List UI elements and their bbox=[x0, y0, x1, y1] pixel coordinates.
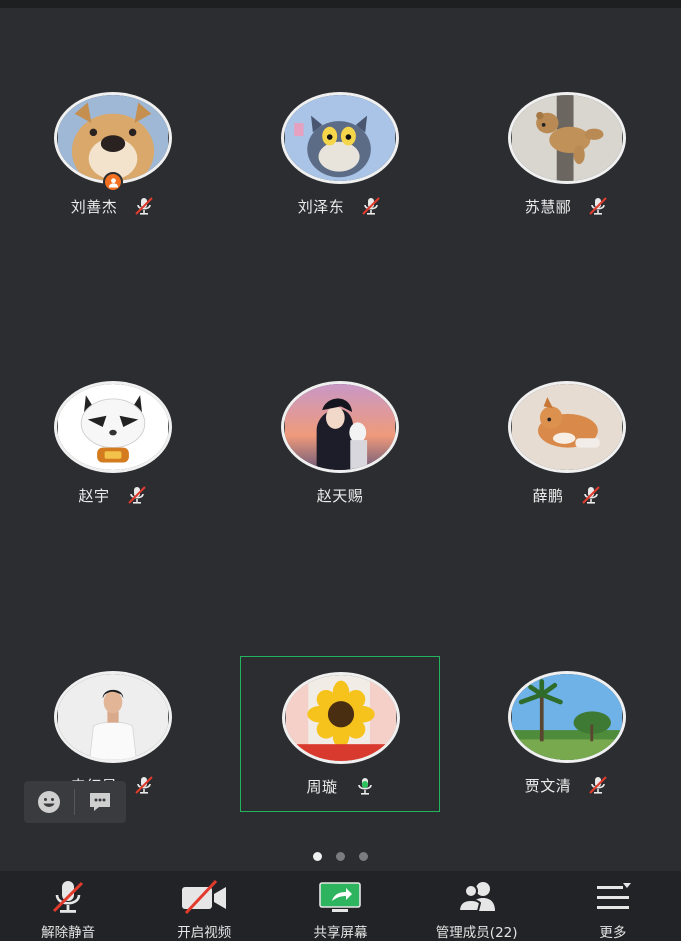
cartoon-panda-avatar bbox=[54, 381, 172, 473]
chat-bubble-icon bbox=[90, 793, 110, 811]
share-screen-icon bbox=[316, 877, 364, 917]
floating-quick-bar bbox=[24, 781, 126, 823]
participant-name: 刘泽东 bbox=[297, 197, 345, 216]
emoji-icon bbox=[38, 791, 60, 813]
participant-tile[interactable]: 贾文清 bbox=[467, 647, 667, 797]
share-screen-button[interactable]: 共享屏幕 bbox=[275, 871, 405, 941]
participant-name: 周璇 bbox=[306, 777, 338, 796]
more-label: 更多 bbox=[599, 925, 627, 941]
participant-name: 贾文清 bbox=[524, 776, 572, 795]
participant-tile[interactable]: 刘泽东 bbox=[240, 68, 440, 218]
participant-tile[interactable]: 刘善杰 bbox=[13, 68, 213, 218]
participant-name: 赵天赐 bbox=[316, 486, 364, 505]
emoji-reaction-button[interactable] bbox=[24, 781, 74, 823]
participant-tile[interactable]: 薛鹏 bbox=[467, 357, 667, 507]
participant-tile-active-speaker[interactable]: 周璇 bbox=[240, 656, 440, 812]
more-menu-icon bbox=[591, 877, 635, 917]
cartoon-cat-avatar bbox=[281, 92, 399, 184]
page-indicator bbox=[0, 852, 681, 864]
man-white-shirt-avatar bbox=[54, 671, 172, 763]
mic-muted-icon bbox=[48, 877, 88, 917]
palm-trees-avatar bbox=[508, 671, 626, 763]
puppy-avatar bbox=[508, 381, 626, 473]
mic-muted-icon bbox=[587, 774, 609, 796]
participant-tile[interactable]: 苏慧郦 bbox=[467, 68, 667, 218]
sunflower-avatar bbox=[282, 672, 400, 764]
mic-muted-icon bbox=[126, 484, 148, 506]
mic-muted-icon bbox=[133, 195, 155, 217]
shiba-dog-avatar bbox=[54, 92, 172, 184]
unmute-label: 解除静音 bbox=[41, 925, 96, 941]
status-bar-strip bbox=[0, 0, 681, 8]
page-dot[interactable] bbox=[359, 852, 368, 861]
anime-sunset-avatar bbox=[281, 381, 399, 473]
manage-members-label: 管理成员(22) bbox=[435, 925, 518, 941]
participant-name: 薛鹏 bbox=[532, 486, 564, 505]
participant-name: 赵宇 bbox=[78, 486, 110, 505]
participant-tile[interactable]: 赵宇 bbox=[13, 357, 213, 507]
mic-muted-icon bbox=[587, 195, 609, 217]
video-off-icon bbox=[178, 877, 230, 917]
mic-muted-icon bbox=[133, 774, 155, 796]
start-video-label: 开启视频 bbox=[177, 925, 232, 941]
share-screen-label: 共享屏幕 bbox=[313, 925, 368, 941]
page-dot[interactable] bbox=[336, 852, 345, 861]
more-button[interactable]: 更多 bbox=[548, 871, 678, 941]
unmute-button[interactable]: 解除静音 bbox=[3, 871, 133, 941]
start-video-button[interactable]: 开启视频 bbox=[139, 871, 269, 941]
mic-muted-icon bbox=[360, 195, 382, 217]
participant-tile[interactable]: 赵天赐 bbox=[240, 357, 440, 507]
members-icon bbox=[453, 877, 501, 917]
chat-button[interactable] bbox=[75, 781, 125, 823]
manage-members-button[interactable]: 管理成员(22) bbox=[412, 871, 542, 941]
participant-tile[interactable]: 申红星 bbox=[13, 647, 213, 797]
mic-speaking-icon bbox=[354, 775, 376, 797]
participant-name: 苏慧郦 bbox=[524, 197, 572, 216]
mic-muted-icon bbox=[580, 484, 602, 506]
meeting-toolbar: 解除静音 开启视频 共享屏幕 管理成员(22) 更多 bbox=[0, 871, 681, 941]
host-badge-icon bbox=[103, 172, 123, 192]
teddy-bear-avatar bbox=[508, 92, 626, 184]
page-dot-active[interactable] bbox=[313, 852, 322, 861]
participant-name: 刘善杰 bbox=[70, 197, 118, 216]
